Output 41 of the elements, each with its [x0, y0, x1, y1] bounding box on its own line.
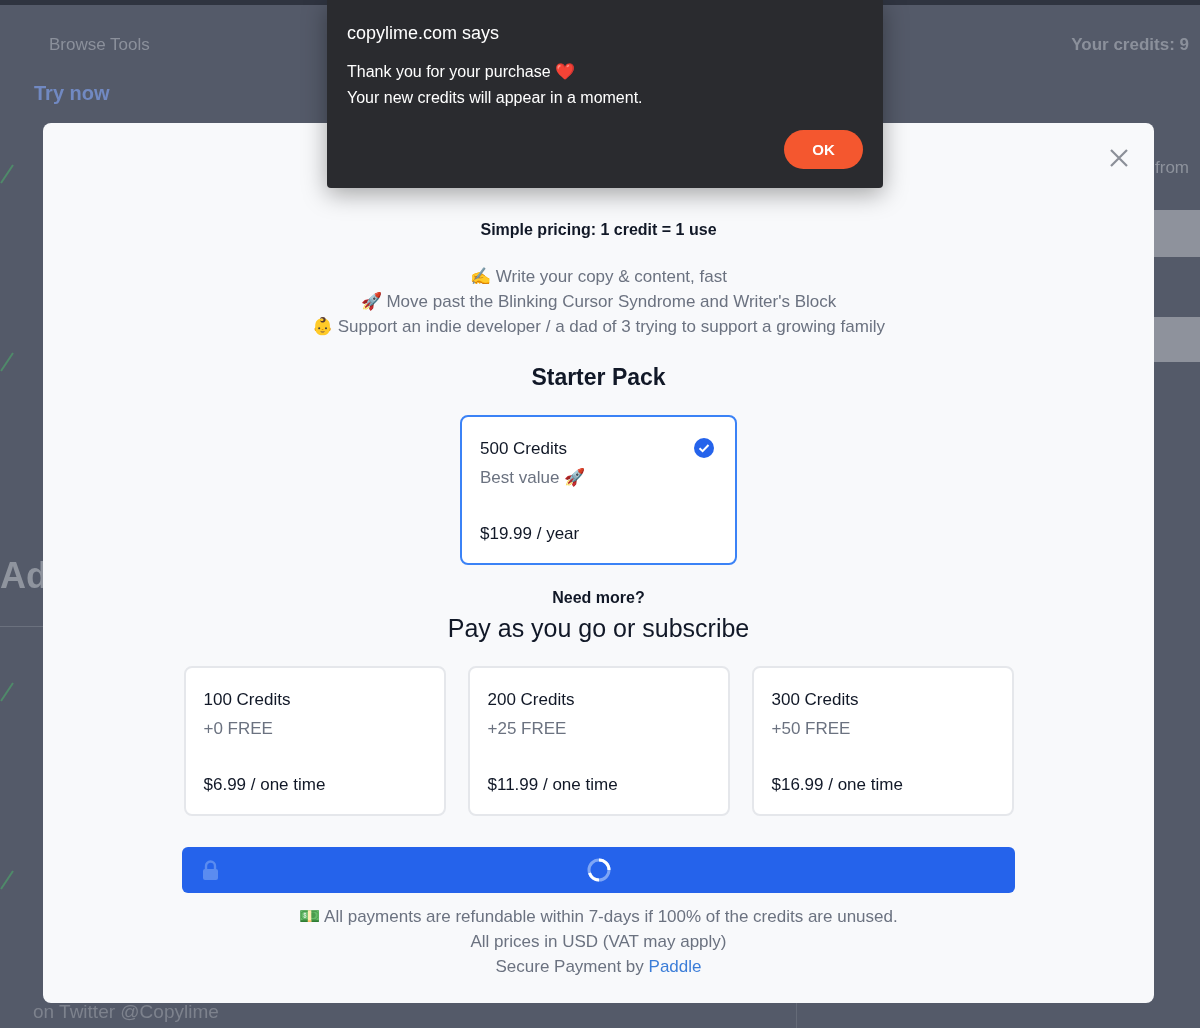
plan-name: 200 Credits: [487, 689, 575, 711]
plan-price: $19.99 / year: [480, 523, 580, 545]
benefit-text: 🚀 Move past the Blinking Cursor Syndrome and Writer's Block: [360, 291, 837, 313]
plan-card[interactable]: 500 Credits Best value 🚀 $19.99 / year: [460, 415, 737, 565]
plan-card[interactable]: 200 Credits +25 FREE $11.99 / one time: [467, 666, 730, 816]
plan-price: $11.99 / one time: [487, 774, 618, 796]
lock-icon: [202, 860, 219, 880]
plan-note: +50 FREE: [771, 718, 851, 740]
footer-text: All prices in USD (VAT may apply): [470, 931, 727, 953]
plan-price: $16.99 / one time: [771, 774, 903, 796]
plan-name: 300 Credits: [771, 689, 859, 711]
pricing-subtitle: Simple pricing: 1 credit = 1 use: [480, 220, 717, 240]
alert-title: copylime.com says: [347, 22, 500, 45]
plan-note: +0 FREE: [203, 718, 273, 740]
input-field: [1154, 317, 1200, 362]
plan-price: $6.99 / one time: [203, 774, 326, 796]
alert-message: Thank you for your purchase ❤: [347, 62, 576, 82]
plan-card[interactable]: 300 Credits +50 FREE $16.99 / one time: [751, 666, 1014, 816]
close-icon: [1108, 147, 1130, 169]
check-icon: [0, 869, 14, 891]
plan-note: +25 FREE: [487, 718, 567, 740]
check-icon: [0, 351, 14, 373]
plan-card[interactable]: 100 Credits +0 FREE $6.99 / one time: [183, 666, 446, 816]
check-icon: [0, 681, 14, 703]
footer-text: 💵 All payments are refundable within 7-days if 100% of the credits are unused.: [299, 906, 898, 928]
checkmark-icon: [693, 437, 715, 459]
benefit-text: 👶 Support an indie developer / a dad of 3 trying to support a growing family: [312, 316, 885, 338]
section-heading: Starter Pack: [531, 363, 666, 392]
plan-name: 500 Credits: [480, 438, 567, 460]
plan-note: Best value 🚀: [480, 467, 586, 489]
alert-message: Your new credits will appear in a moment.: [347, 88, 643, 108]
description-text: from: [1155, 157, 1189, 179]
secure-payment-text: Secure Payment by: [495, 957, 644, 976]
benefit-text: ✍ Write your copy & content, fast: [470, 266, 727, 288]
close-button[interactable]: [1108, 147, 1130, 169]
need-more-label: Need more?: [552, 588, 645, 608]
input-field: [1154, 210, 1200, 257]
section-heading: Pay as you go or subscribe: [447, 613, 750, 643]
check-icon: [0, 163, 14, 185]
paddle-link[interactable]: Paddle: [648, 957, 702, 976]
plan-name: 100 Credits: [203, 689, 291, 711]
